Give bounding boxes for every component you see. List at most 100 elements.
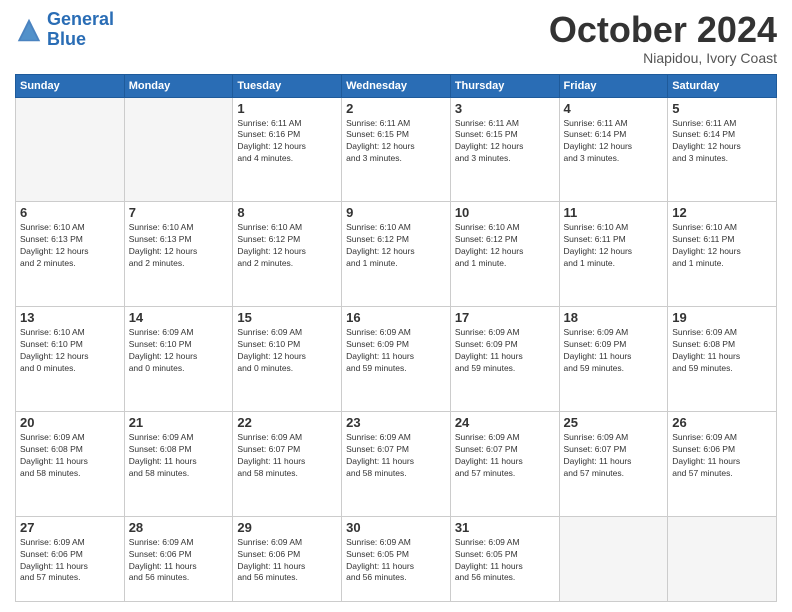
day-info: Sunrise: 6:11 AM Sunset: 6:14 PM Dayligh… [672, 118, 772, 166]
day-number: 3 [455, 101, 555, 116]
calendar-header-row: Sunday Monday Tuesday Wednesday Thursday… [16, 74, 777, 97]
table-row: 27 Sunrise: 6:09 AM Sunset: 6:06 PM Dayli… [16, 516, 125, 601]
day-info: Sunrise: 6:10 AM Sunset: 6:13 PM Dayligh… [129, 222, 229, 270]
table-row: 15 Sunrise: 6:09 AM Sunset: 6:10 PM Dayli… [233, 307, 342, 412]
day-info: Sunrise: 6:09 AM Sunset: 6:08 PM Dayligh… [672, 327, 772, 375]
table-row: 8Sunrise: 6:10 AM Sunset: 6:12 PM Daylig… [233, 202, 342, 307]
table-row: 6Sunrise: 6:10 AM Sunset: 6:13 PM Daylig… [16, 202, 125, 307]
page: General Blue October 2024 Niapidou, Ivor… [0, 0, 792, 612]
day-info: Sunrise: 6:09 AM Sunset: 6:07 PM Dayligh… [237, 432, 337, 480]
day-info: Sunrise: 6:09 AM Sunset: 6:08 PM Dayligh… [129, 432, 229, 480]
day-info: Sunrise: 6:10 AM Sunset: 6:13 PM Dayligh… [20, 222, 120, 270]
day-number: 24 [455, 415, 555, 430]
table-row: 9Sunrise: 6:10 AM Sunset: 6:12 PM Daylig… [342, 202, 451, 307]
day-info: Sunrise: 6:09 AM Sunset: 6:06 PM Dayligh… [237, 537, 337, 585]
table-row: 30 Sunrise: 6:09 AM Sunset: 6:05 PM Dayli… [342, 516, 451, 601]
day-info: Sunrise: 6:09 AM Sunset: 6:05 PM Dayligh… [455, 537, 555, 585]
day-number: 21 [129, 415, 229, 430]
calendar-week-row: 1Sunrise: 6:11 AM Sunset: 6:16 PM Daylig… [16, 97, 777, 202]
col-tuesday: Tuesday [233, 74, 342, 97]
table-row: 11 Sunrise: 6:10 AM Sunset: 6:11 PM Dayli… [559, 202, 668, 307]
table-row: 3 Sunrise: 6:11 AM Sunset: 6:15 PM Daylig… [450, 97, 559, 202]
day-info: Sunrise: 6:10 AM Sunset: 6:11 PM Dayligh… [564, 222, 664, 270]
day-number: 13 [20, 310, 120, 325]
table-row: 29Sunrise: 6:09 AM Sunset: 6:06 PM Dayli… [233, 516, 342, 601]
day-info: Sunrise: 6:10 AM Sunset: 6:12 PM Dayligh… [346, 222, 446, 270]
day-number: 2 [346, 101, 446, 116]
day-info: Sunrise: 6:10 AM Sunset: 6:10 PM Dayligh… [20, 327, 120, 375]
day-number: 23 [346, 415, 446, 430]
day-info: Sunrise: 6:09 AM Sunset: 6:10 PM Dayligh… [129, 327, 229, 375]
table-row: 28 Sunrise: 6:09 AM Sunset: 6:06 PM Dayli… [124, 516, 233, 601]
day-number: 10 [455, 205, 555, 220]
day-info: Sunrise: 6:10 AM Sunset: 6:12 PM Dayligh… [455, 222, 555, 270]
header: General Blue October 2024 Niapidou, Ivor… [15, 10, 777, 66]
table-row: 21 Sunrise: 6:09 AM Sunset: 6:08 PM Dayli… [124, 411, 233, 516]
day-number: 31 [455, 520, 555, 535]
day-info: Sunrise: 6:09 AM Sunset: 6:10 PM Dayligh… [237, 327, 337, 375]
day-number: 28 [129, 520, 229, 535]
table-row: 2 Sunrise: 6:11 AM Sunset: 6:15 PM Daylig… [342, 97, 451, 202]
table-row [668, 516, 777, 601]
title-block: October 2024 Niapidou, Ivory Coast [549, 10, 777, 66]
table-row: 25 Sunrise: 6:09 AM Sunset: 6:07 PM Dayli… [559, 411, 668, 516]
day-info: Sunrise: 6:10 AM Sunset: 6:11 PM Dayligh… [672, 222, 772, 270]
calendar-week-row: 27 Sunrise: 6:09 AM Sunset: 6:06 PM Dayli… [16, 516, 777, 601]
table-row: 22 Sunrise: 6:09 AM Sunset: 6:07 PM Dayli… [233, 411, 342, 516]
day-number: 25 [564, 415, 664, 430]
day-number: 22 [237, 415, 337, 430]
day-number: 12 [672, 205, 772, 220]
table-row: 14 Sunrise: 6:09 AM Sunset: 6:10 PM Dayli… [124, 307, 233, 412]
day-info: Sunrise: 6:10 AM Sunset: 6:12 PM Dayligh… [237, 222, 337, 270]
day-info: Sunrise: 6:09 AM Sunset: 6:09 PM Dayligh… [564, 327, 664, 375]
table-row: 16 Sunrise: 6:09 AM Sunset: 6:09 PM Dayli… [342, 307, 451, 412]
month-title: October 2024 [549, 10, 777, 50]
logo-text: General Blue [47, 10, 114, 50]
table-row [559, 516, 668, 601]
calendar-week-row: 20Sunrise: 6:09 AM Sunset: 6:08 PM Dayli… [16, 411, 777, 516]
table-row: 18 Sunrise: 6:09 AM Sunset: 6:09 PM Dayli… [559, 307, 668, 412]
day-number: 4 [564, 101, 664, 116]
day-number: 17 [455, 310, 555, 325]
col-thursday: Thursday [450, 74, 559, 97]
table-row: 26Sunrise: 6:09 AM Sunset: 6:06 PM Dayli… [668, 411, 777, 516]
day-number: 5 [672, 101, 772, 116]
table-row: 5 Sunrise: 6:11 AM Sunset: 6:14 PM Daylig… [668, 97, 777, 202]
calendar-week-row: 6Sunrise: 6:10 AM Sunset: 6:13 PM Daylig… [16, 202, 777, 307]
col-sunday: Sunday [16, 74, 125, 97]
day-info: Sunrise: 6:09 AM Sunset: 6:07 PM Dayligh… [564, 432, 664, 480]
day-info: Sunrise: 6:09 AM Sunset: 6:08 PM Dayligh… [20, 432, 120, 480]
day-number: 14 [129, 310, 229, 325]
day-number: 18 [564, 310, 664, 325]
day-number: 30 [346, 520, 446, 535]
table-row: 10 Sunrise: 6:10 AM Sunset: 6:12 PM Dayli… [450, 202, 559, 307]
day-info: Sunrise: 6:09 AM Sunset: 6:05 PM Dayligh… [346, 537, 446, 585]
day-number: 16 [346, 310, 446, 325]
day-info: Sunrise: 6:11 AM Sunset: 6:15 PM Dayligh… [455, 118, 555, 166]
table-row: 24Sunrise: 6:09 AM Sunset: 6:07 PM Dayli… [450, 411, 559, 516]
table-row [124, 97, 233, 202]
logo-icon [15, 16, 43, 44]
day-info: Sunrise: 6:11 AM Sunset: 6:15 PM Dayligh… [346, 118, 446, 166]
day-number: 15 [237, 310, 337, 325]
day-number: 19 [672, 310, 772, 325]
logo-line1: General [47, 9, 114, 29]
day-number: 11 [564, 205, 664, 220]
col-friday: Friday [559, 74, 668, 97]
col-monday: Monday [124, 74, 233, 97]
day-info: Sunrise: 6:09 AM Sunset: 6:09 PM Dayligh… [346, 327, 446, 375]
day-number: 27 [20, 520, 120, 535]
day-info: Sunrise: 6:11 AM Sunset: 6:16 PM Dayligh… [237, 118, 337, 166]
subtitle: Niapidou, Ivory Coast [549, 50, 777, 66]
day-info: Sunrise: 6:09 AM Sunset: 6:07 PM Dayligh… [346, 432, 446, 480]
day-number: 7 [129, 205, 229, 220]
table-row: 23 Sunrise: 6:09 AM Sunset: 6:07 PM Dayli… [342, 411, 451, 516]
day-info: Sunrise: 6:11 AM Sunset: 6:14 PM Dayligh… [564, 118, 664, 166]
day-info: Sunrise: 6:09 AM Sunset: 6:06 PM Dayligh… [20, 537, 120, 585]
table-row: 17Sunrise: 6:09 AM Sunset: 6:09 PM Dayli… [450, 307, 559, 412]
table-row: 7 Sunrise: 6:10 AM Sunset: 6:13 PM Daylig… [124, 202, 233, 307]
logo-line2: Blue [47, 29, 86, 49]
day-info: Sunrise: 6:09 AM Sunset: 6:06 PM Dayligh… [129, 537, 229, 585]
col-saturday: Saturday [668, 74, 777, 97]
logo: General Blue [15, 10, 114, 50]
